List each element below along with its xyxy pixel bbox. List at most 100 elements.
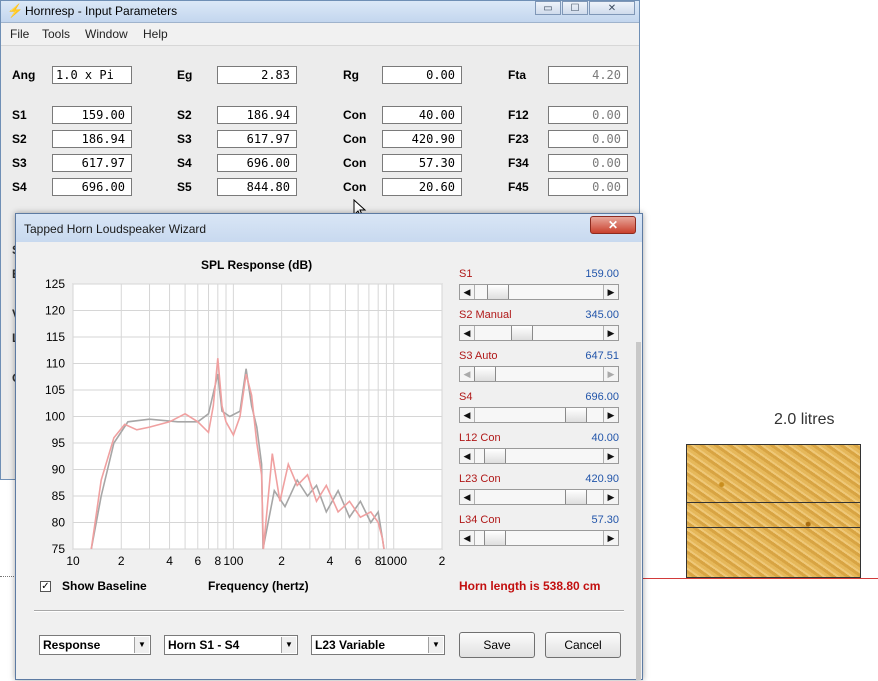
ang-field[interactable]: 1.0 x Pi: [52, 66, 132, 84]
chevron-down-icon[interactable]: ▼: [428, 637, 443, 653]
label-con: Con: [343, 108, 367, 122]
slider-label: L34 Con: [459, 514, 501, 526]
con1-field[interactable]: 40.00: [382, 106, 462, 124]
label-s2: S2: [177, 108, 192, 122]
x-tick-label: 2: [278, 554, 285, 568]
s3-field[interactable]: 617.97: [52, 154, 132, 172]
slider-thumb[interactable]: [510, 326, 533, 340]
label-s4: S4: [12, 180, 27, 194]
s2-field[interactable]: 186.94: [52, 130, 132, 148]
x-tick-label: 2: [118, 554, 125, 568]
menu-window[interactable]: Window: [85, 27, 128, 41]
s2-field[interactable]: 186.94: [217, 106, 297, 124]
slider-thumb[interactable]: [483, 449, 506, 463]
f34-field[interactable]: 0.00: [548, 154, 628, 172]
slider-label: S2 Manual: [459, 309, 512, 321]
chevron-down-icon[interactable]: ▼: [281, 637, 296, 653]
slider-thumb[interactable]: [486, 285, 509, 299]
arrow-right-icon[interactable]: ▶: [603, 531, 618, 545]
con2-field[interactable]: 420.90: [382, 130, 462, 148]
arrow-left-icon[interactable]: ◀: [460, 490, 475, 504]
y-tick-label: 90: [52, 463, 66, 477]
slider-track[interactable]: ◀ ▶: [459, 325, 619, 341]
response-dropdown[interactable]: Response ▼: [39, 635, 151, 655]
arrow-left-icon[interactable]: ◀: [460, 367, 475, 381]
s5-field[interactable]: 844.80: [217, 178, 297, 196]
label-f12: F12: [508, 108, 529, 122]
show-baseline-label: Show Baseline: [62, 579, 147, 593]
y-tick-label: 95: [52, 436, 66, 450]
arrow-left-icon[interactable]: ◀: [460, 531, 475, 545]
lightning-icon: ⚡: [7, 3, 24, 18]
save-button[interactable]: Save: [459, 632, 535, 658]
show-baseline-checkbox[interactable]: ✓: [40, 581, 51, 592]
chevron-down-icon[interactable]: ▼: [134, 637, 149, 653]
arrow-right-icon[interactable]: ▶: [603, 408, 618, 422]
dropdown-value: Response: [43, 638, 101, 652]
f12-field[interactable]: 0.00: [548, 106, 628, 124]
x-tick-label: 1000: [380, 554, 407, 568]
slider-track[interactable]: ◀ ▶: [459, 489, 619, 505]
slider-track[interactable]: ◀ ▶: [459, 284, 619, 300]
x-tick-label: 10: [66, 554, 80, 568]
arrow-left-icon[interactable]: ◀: [460, 449, 475, 463]
variable-dropdown[interactable]: L23 Variable ▼: [311, 635, 445, 655]
slider-track[interactable]: ◀ ▶: [459, 407, 619, 423]
x-axis-label: Frequency (hertz): [208, 579, 309, 593]
slider-label: L23 Con: [459, 473, 501, 485]
scrollbar[interactable]: [636, 342, 641, 680]
arrow-right-icon[interactable]: ▶: [603, 449, 618, 463]
separator: [34, 610, 624, 612]
title-bar[interactable]: ⚡ Hornresp - Input Parameters ▭ ☐ ✕: [1, 1, 639, 23]
slider-track[interactable]: ◀ ▶: [459, 366, 619, 382]
s3-field[interactable]: 617.97: [217, 130, 297, 148]
x-axis-ticks: 10 2 4 6 8 100 2 4 6 81000 2: [66, 554, 445, 568]
arrow-left-icon[interactable]: ◀: [460, 408, 475, 422]
slider-thumb[interactable]: [483, 531, 506, 545]
dropdown-value: L23 Variable: [315, 638, 386, 652]
cancel-button[interactable]: Cancel: [545, 632, 621, 658]
s1-field[interactable]: 159.00: [52, 106, 132, 124]
slider-thumb[interactable]: [564, 490, 587, 504]
slider-track[interactable]: ◀ ▶: [459, 530, 619, 546]
label-eg: Eg: [177, 68, 193, 82]
slider-thumb[interactable]: [474, 367, 496, 381]
y-tick-label: 120: [45, 304, 65, 318]
box-panel-line: [686, 502, 861, 503]
label-s5: S5: [177, 180, 192, 194]
slider-value: 40.00: [591, 432, 619, 444]
arrow-left-icon[interactable]: ◀: [460, 326, 475, 340]
slider-track[interactable]: ◀ ▶: [459, 448, 619, 464]
arrow-right-icon[interactable]: ▶: [603, 367, 618, 381]
label-s1: S1: [12, 108, 27, 122]
menu-help[interactable]: Help: [143, 27, 168, 41]
menu-file[interactable]: File: [10, 27, 29, 41]
minimize-button[interactable]: ▭: [535, 1, 561, 15]
fta-field[interactable]: 4.20: [548, 66, 628, 84]
arrow-right-icon[interactable]: ▶: [603, 490, 618, 504]
horn-section-dropdown[interactable]: Horn S1 - S4 ▼: [164, 635, 298, 655]
window-title: Hornresp - Input Parameters: [25, 4, 178, 18]
arrow-right-icon[interactable]: ▶: [603, 326, 618, 340]
arrow-right-icon[interactable]: ▶: [603, 285, 618, 299]
rg-field[interactable]: 0.00: [382, 66, 462, 84]
dialog-close-button[interactable]: ✕: [590, 216, 636, 234]
eg-field[interactable]: 2.83: [217, 66, 297, 84]
y-tick-label: 100: [45, 410, 65, 424]
arrow-left-icon[interactable]: ◀: [460, 285, 475, 299]
y-tick-label: 115: [46, 330, 65, 344]
con3-field[interactable]: 57.30: [382, 154, 462, 172]
s4-field[interactable]: 696.00: [52, 178, 132, 196]
menu-tools[interactable]: Tools: [42, 27, 70, 41]
close-button[interactable]: ✕: [589, 1, 635, 15]
f23-field[interactable]: 0.00: [548, 130, 628, 148]
volume-label: 2.0 litres: [774, 411, 835, 428]
slider-label: S3 Auto: [459, 350, 498, 362]
label-fta: Fta: [508, 68, 526, 82]
maximize-button[interactable]: ☐: [562, 1, 588, 15]
horn-length-text: Horn length is 538.80 cm: [459, 579, 601, 593]
f45-field[interactable]: 0.00: [548, 178, 628, 196]
slider-thumb[interactable]: [564, 408, 587, 422]
s4-field[interactable]: 696.00: [217, 154, 297, 172]
con4-field[interactable]: 20.60: [382, 178, 462, 196]
